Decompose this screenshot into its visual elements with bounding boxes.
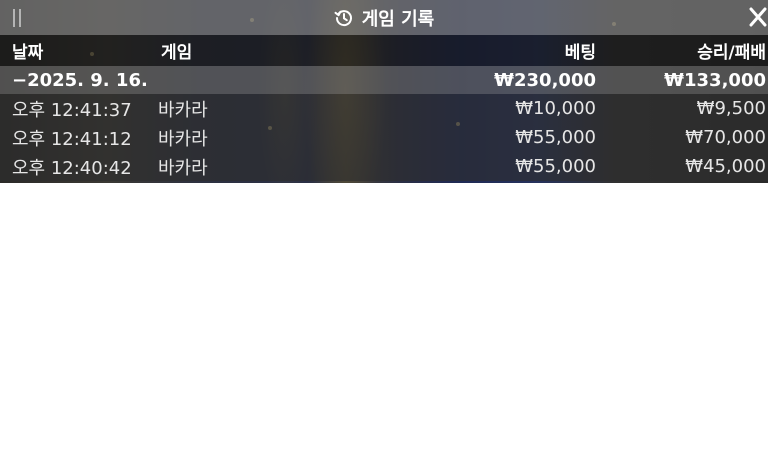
row-result: ₩45,000 — [685, 156, 766, 177]
column-header-date: 날짜 — [12, 43, 44, 63]
table-row[interactable]: 오후 12:41:12 바카라 ₩55,000 ₩70,000 — [0, 123, 768, 152]
row-bet: ₩55,000 — [515, 127, 596, 148]
column-header-game: 게임 — [161, 43, 193, 63]
column-header-result: 승리/패배 — [697, 43, 766, 63]
row-result: ₩70,000 — [685, 127, 766, 148]
row-game: 바카라 — [158, 99, 208, 121]
table-row[interactable]: 오후 12:41:37 바카라 ₩10,000 ₩9,500 — [0, 94, 768, 123]
row-time: 오후 12:40:42 — [12, 157, 132, 179]
panel-title-group: 게임 기록 — [0, 0, 768, 35]
row-game: 바카라 — [158, 128, 208, 150]
panel-titlebar[interactable]: 게임 기록 — [0, 0, 768, 35]
panel-title: 게임 기록 — [361, 8, 435, 30]
close-icon[interactable] — [748, 6, 768, 28]
history-icon — [334, 9, 352, 26]
row-time: 오후 12:41:12 — [12, 128, 132, 150]
summary-bet-total: ₩230,000 — [494, 69, 596, 91]
row-bet: ₩55,000 — [515, 156, 596, 177]
row-result: ₩9,500 — [696, 98, 766, 119]
row-time: 오후 12:41:37 — [12, 99, 132, 121]
column-header-bet: 베팅 — [564, 43, 596, 63]
table-header: 날짜 게임 베팅 승리/패배 — [0, 35, 768, 66]
row-bet: ₩10,000 — [515, 98, 596, 119]
date-summary-row[interactable]: −2025. 9. 16. ₩230,000 ₩133,000 — [0, 66, 768, 94]
summary-result-total: ₩133,000 — [664, 69, 766, 91]
table-row[interactable]: 오후 12:40:42 바카라 ₩55,000 ₩45,000 — [0, 152, 768, 181]
row-game: 바카라 — [158, 157, 208, 179]
game-history-panel: 게임 기록 날짜 게임 베팅 승리/패배 −2025. 9. 16. ₩230,… — [0, 0, 768, 183]
summary-date[interactable]: −2025. 9. 16. — [12, 66, 148, 94]
